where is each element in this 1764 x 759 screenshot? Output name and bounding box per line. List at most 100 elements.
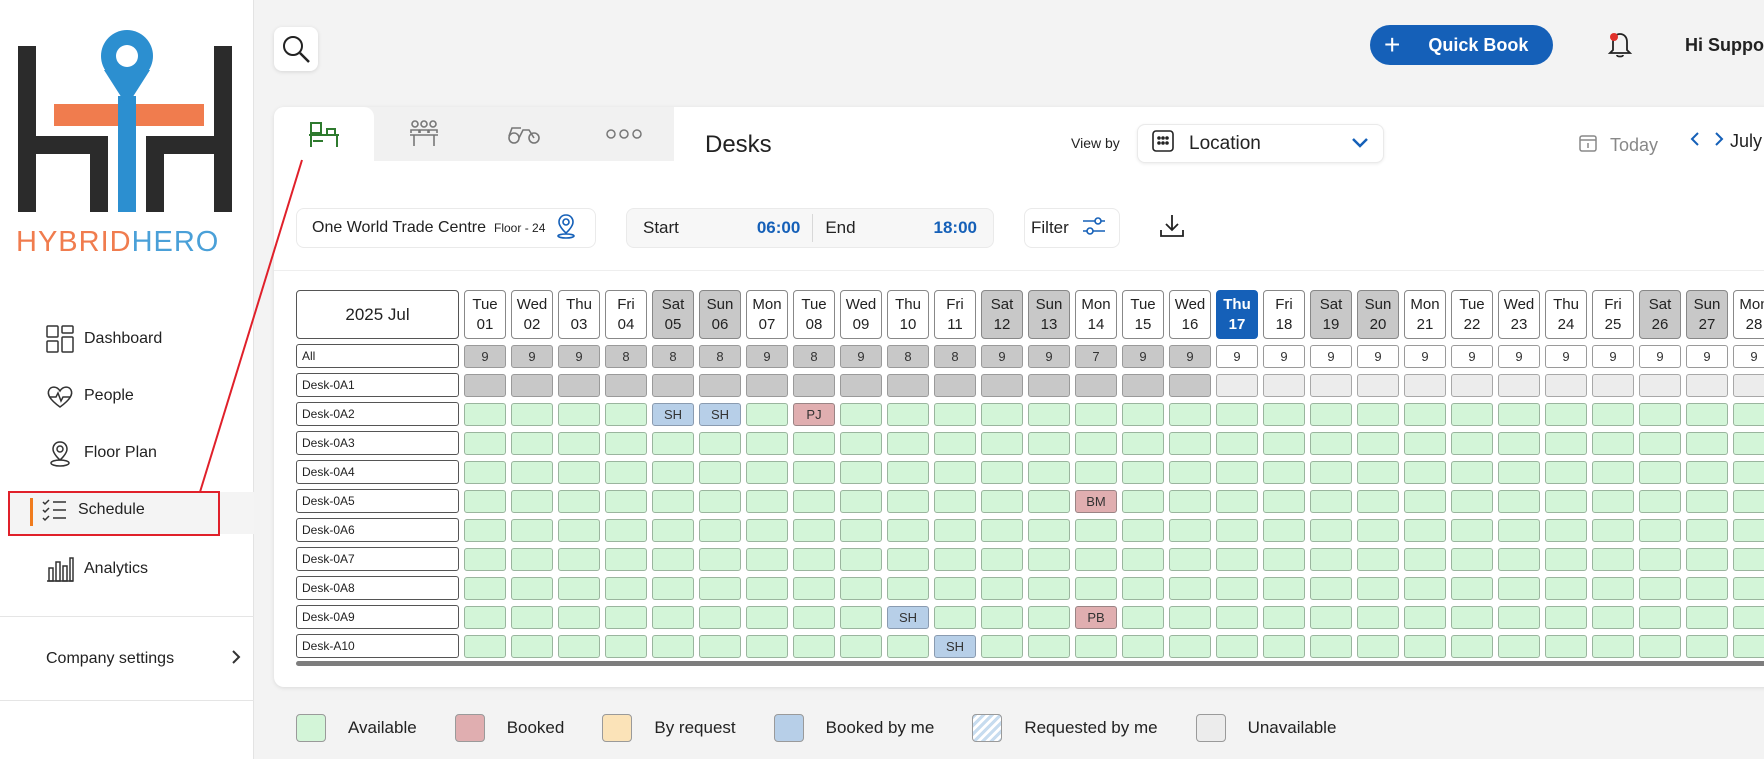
day-header[interactable]: Tue 01 — [464, 290, 506, 339]
booking-cell-available[interactable] — [605, 548, 647, 571]
booking-cell-available[interactable] — [1075, 432, 1117, 455]
booking-cell-available[interactable] — [1451, 606, 1493, 629]
booking-cell-available[interactable] — [1733, 519, 1764, 542]
booking-cell-available[interactable] — [981, 490, 1023, 513]
sidebar-item-floor-plan[interactable]: Floor Plan — [44, 433, 157, 473]
booking-cell-available[interactable] — [746, 403, 788, 426]
booking-cell-available[interactable] — [1263, 461, 1305, 484]
booking-cell-unavailable[interactable] — [605, 374, 647, 397]
booking-cell-available[interactable] — [511, 635, 553, 658]
booking-cell-available[interactable] — [746, 432, 788, 455]
booking-cell-available[interactable] — [1357, 519, 1399, 542]
booking-cell-available[interactable] — [981, 635, 1023, 658]
booking-cell-available[interactable] — [1592, 577, 1634, 600]
booking-cell-available[interactable] — [1639, 432, 1681, 455]
booking-cell-available[interactable] — [887, 461, 929, 484]
booking-cell-available[interactable] — [746, 519, 788, 542]
booking-cell-available[interactable] — [1216, 461, 1258, 484]
tab-meeting-rooms[interactable] — [374, 107, 474, 161]
booking-cell-available[interactable] — [1310, 635, 1352, 658]
booking-cell-available[interactable] — [981, 606, 1023, 629]
booking-cell-available[interactable] — [1263, 635, 1305, 658]
booking-cell-available[interactable] — [1639, 548, 1681, 571]
booking-cell-available[interactable] — [1122, 432, 1164, 455]
booking-cell-unavailable[interactable] — [1592, 374, 1634, 397]
booking-cell-available[interactable] — [1310, 577, 1352, 600]
booking-cell-unavailable[interactable] — [1451, 374, 1493, 397]
booking-cell-available[interactable] — [981, 519, 1023, 542]
day-header[interactable]: Thu 17 — [1216, 290, 1258, 339]
booking-cell-available[interactable] — [1263, 519, 1305, 542]
booking-cell-available[interactable] — [1498, 606, 1540, 629]
tab-desks[interactable] — [274, 107, 374, 161]
booking-cell-available[interactable] — [511, 461, 553, 484]
booking-cell-available[interactable] — [1028, 635, 1070, 658]
booking-cell-unavailable[interactable] — [1310, 374, 1352, 397]
booking-cell-available[interactable] — [981, 577, 1023, 600]
booking-cell-available[interactable] — [1451, 403, 1493, 426]
booking-cell-available[interactable] — [793, 432, 835, 455]
booking-cell-available[interactable] — [934, 461, 976, 484]
booking-cell-unavailable[interactable] — [1404, 374, 1446, 397]
booking-cell-available[interactable] — [464, 548, 506, 571]
booking-cell-booked[interactable]: PJ — [793, 403, 835, 426]
booking-cell-available[interactable] — [1169, 490, 1211, 513]
booking-cell-available[interactable] — [1028, 432, 1070, 455]
start-time-value[interactable]: 06:00 — [757, 218, 800, 238]
booking-cell-available[interactable] — [1169, 519, 1211, 542]
booking-cell-available[interactable] — [1686, 519, 1728, 542]
chevron-left-icon[interactable] — [1690, 131, 1700, 152]
booking-cell-available[interactable] — [981, 548, 1023, 571]
booking-cell-available[interactable] — [887, 548, 929, 571]
booking-cell-available[interactable] — [1404, 635, 1446, 658]
booking-cell-available[interactable] — [840, 577, 882, 600]
horizontal-scrollbar[interactable] — [296, 661, 1764, 666]
booking-cell-available[interactable] — [1357, 490, 1399, 513]
booking-cell-available[interactable] — [1498, 490, 1540, 513]
sidebar-item-analytics[interactable]: Analytics — [44, 549, 148, 589]
booking-cell-available[interactable] — [1686, 606, 1728, 629]
booking-cell-available[interactable] — [1686, 461, 1728, 484]
booking-cell-available[interactable] — [1122, 577, 1164, 600]
location-selector[interactable]: One World Trade Centre Floor - 24 — [296, 208, 596, 248]
booking-cell-available[interactable] — [605, 635, 647, 658]
booking-cell-available[interactable] — [1545, 461, 1587, 484]
booking-cell-available[interactable] — [1357, 577, 1399, 600]
company-settings-link[interactable]: Company settings — [46, 648, 242, 670]
sidebar-item-people[interactable]: People — [44, 376, 134, 416]
tab-more[interactable] — [574, 107, 674, 161]
booking-cell-available[interactable] — [1216, 403, 1258, 426]
booking-cell-available[interactable] — [605, 432, 647, 455]
booking-cell-available[interactable] — [511, 519, 553, 542]
day-header[interactable]: Wed 16 — [1169, 290, 1211, 339]
booking-cell-available[interactable] — [887, 519, 929, 542]
booking-cell-available[interactable] — [1733, 606, 1764, 629]
booking-cell-available[interactable] — [652, 606, 694, 629]
booking-cell-available[interactable] — [558, 461, 600, 484]
booking-cell-available[interactable] — [1404, 606, 1446, 629]
booking-cell-available[interactable] — [840, 519, 882, 542]
booking-cell-available[interactable] — [1216, 606, 1258, 629]
booking-cell-available[interactable] — [887, 577, 929, 600]
booking-cell-available[interactable] — [652, 635, 694, 658]
day-header[interactable]: Fri 04 — [605, 290, 647, 339]
booking-cell-available[interactable] — [1028, 606, 1070, 629]
day-header[interactable]: Fri 18 — [1263, 290, 1305, 339]
booking-cell-available[interactable] — [1263, 548, 1305, 571]
end-time-value[interactable]: 18:00 — [934, 218, 977, 238]
booking-cell-available[interactable] — [1592, 635, 1634, 658]
booking-cell-available[interactable] — [1545, 635, 1587, 658]
booking-cell-available[interactable] — [840, 606, 882, 629]
booking-cell-available[interactable] — [1498, 577, 1540, 600]
booking-cell-available[interactable] — [840, 403, 882, 426]
booking-cell-available[interactable] — [1451, 577, 1493, 600]
booking-cell-available[interactable] — [1122, 635, 1164, 658]
booking-cell-available[interactable] — [1310, 432, 1352, 455]
booking-cell-available[interactable] — [1404, 461, 1446, 484]
booking-cell-available[interactable] — [1733, 577, 1764, 600]
booking-cell-available[interactable] — [1122, 461, 1164, 484]
booking-cell-available[interactable] — [934, 403, 976, 426]
day-header[interactable]: Thu 24 — [1545, 290, 1587, 339]
booking-cell-available[interactable] — [699, 577, 741, 600]
booking-cell-available[interactable] — [1169, 577, 1211, 600]
